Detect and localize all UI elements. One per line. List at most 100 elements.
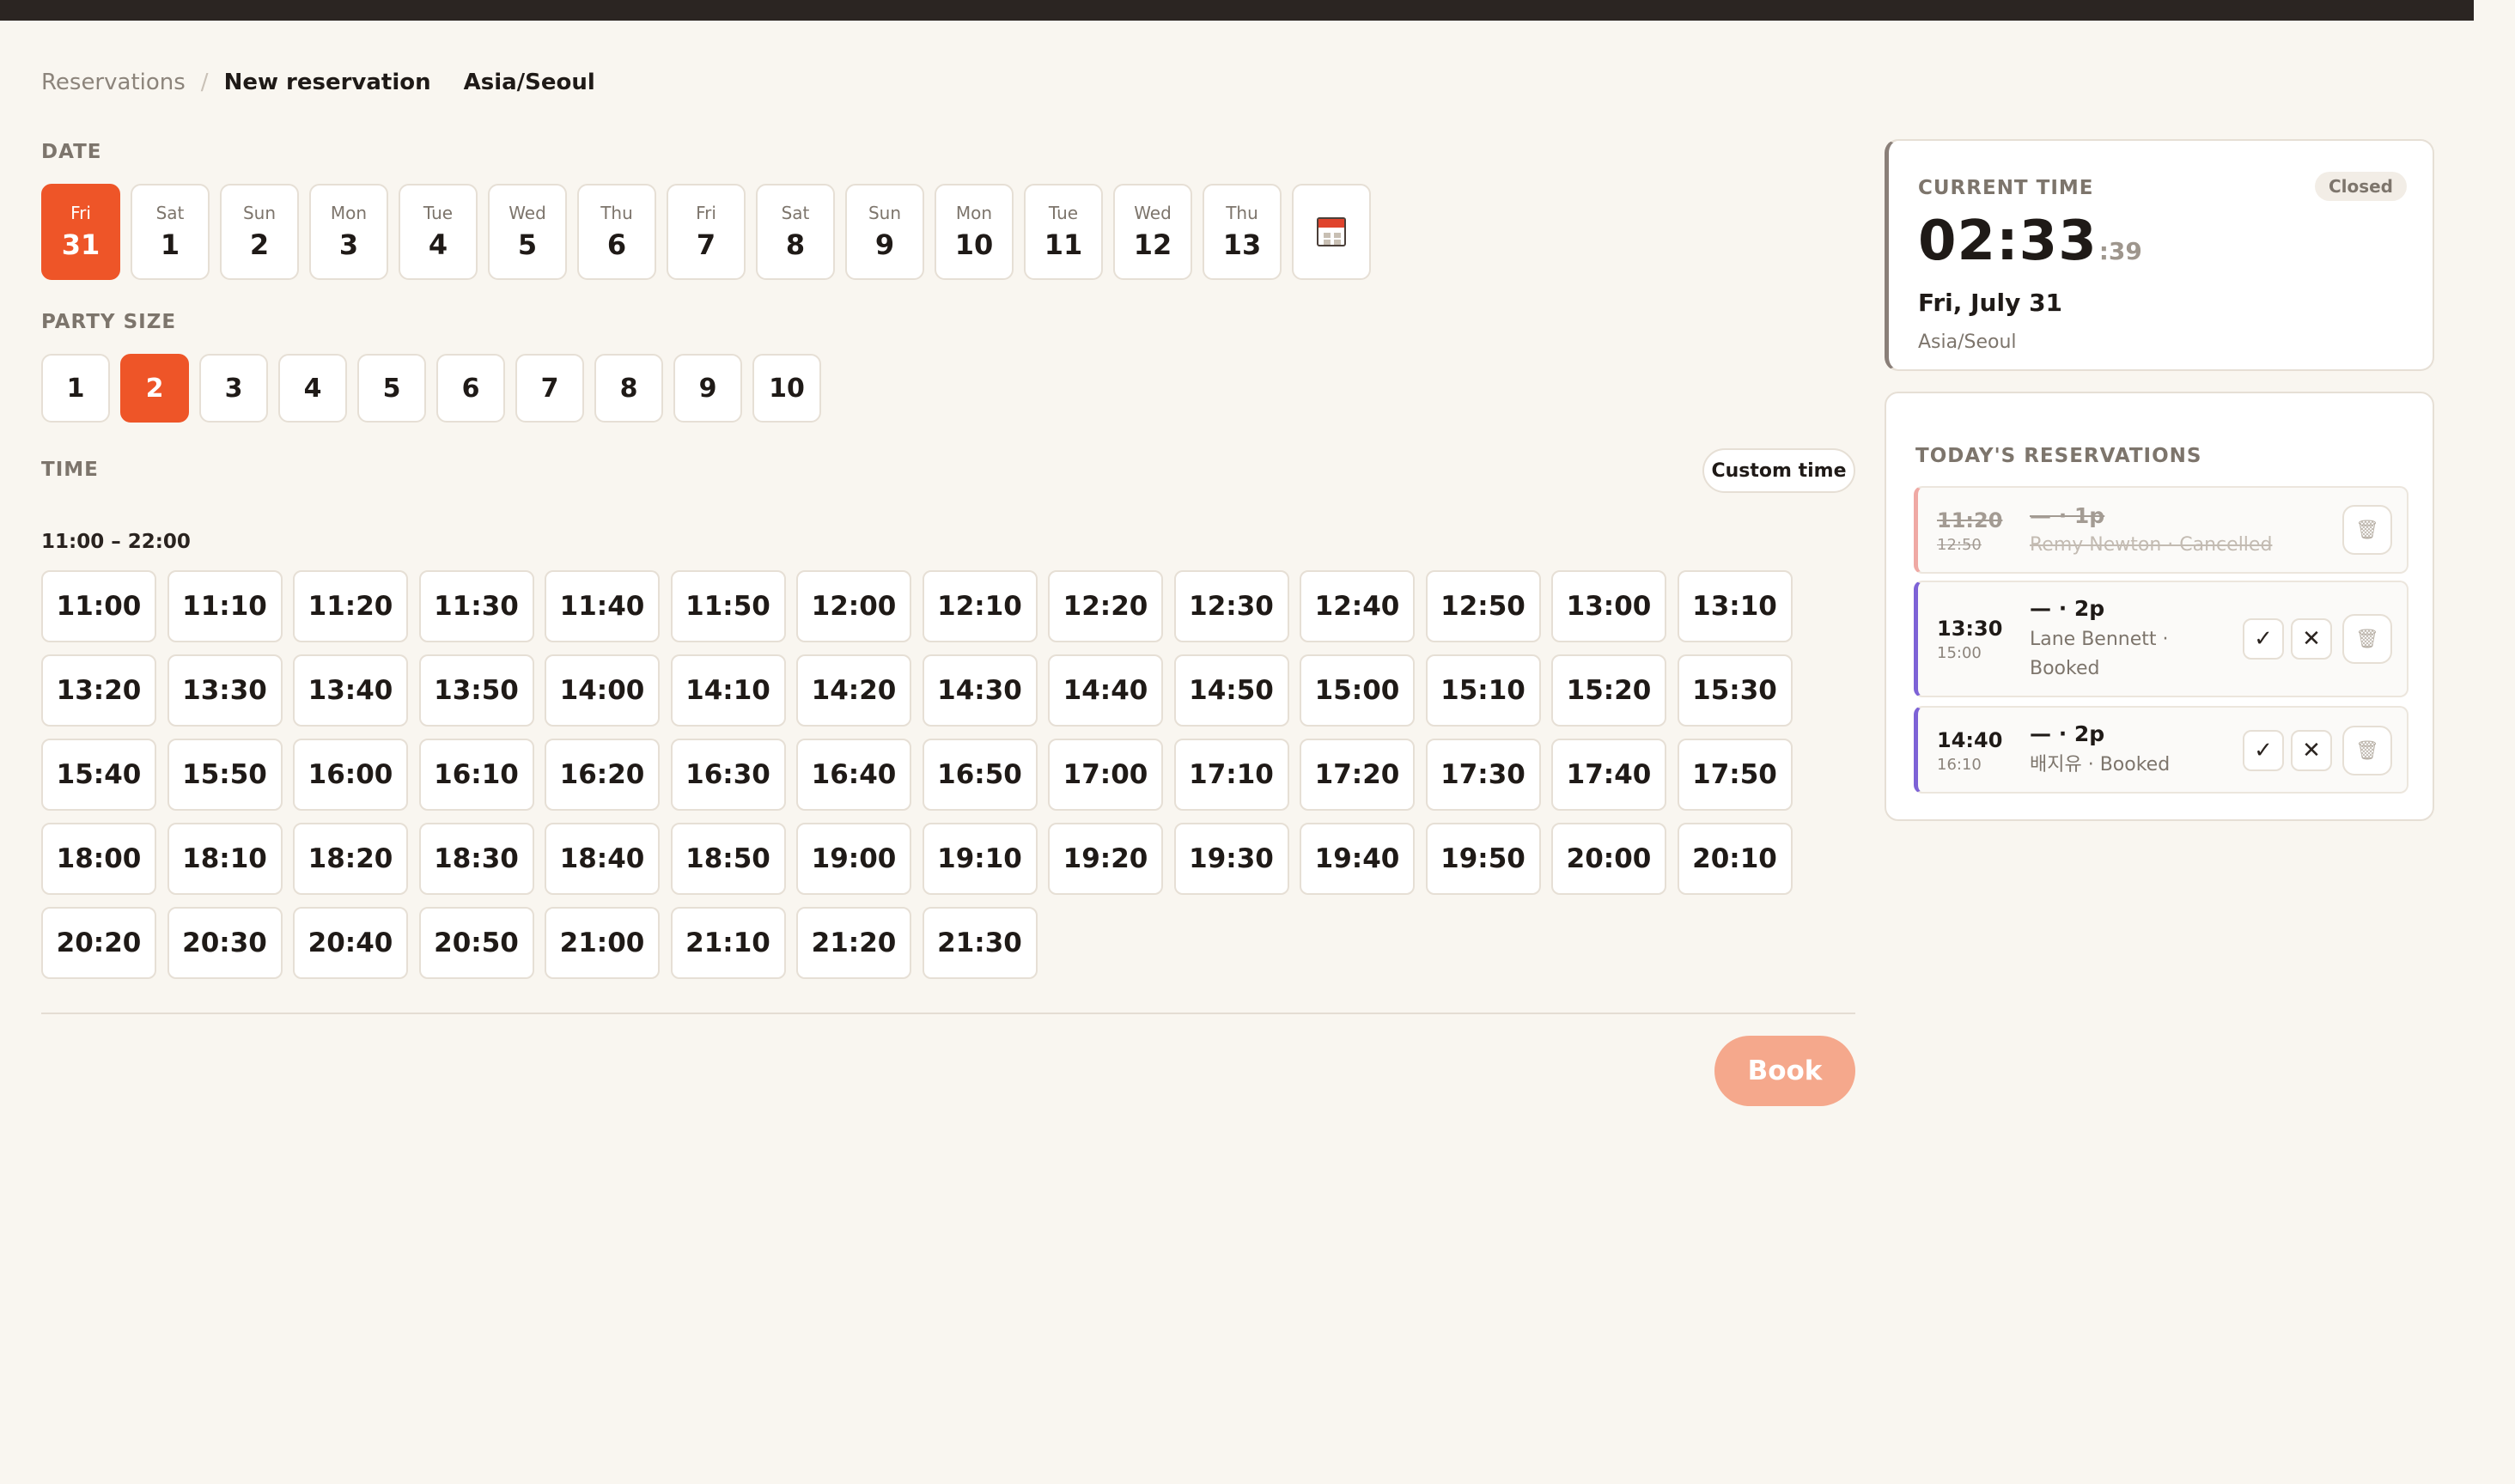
date-chip[interactable]: Fri 7 xyxy=(667,184,746,280)
time-slot[interactable]: 17:40 xyxy=(1551,739,1666,811)
time-slot[interactable]: 17:20 xyxy=(1300,739,1415,811)
time-slot[interactable]: 15:10 xyxy=(1425,654,1541,727)
time-slot[interactable]: 11:10 xyxy=(167,570,283,642)
time-slot[interactable]: 14:00 xyxy=(545,654,660,727)
time-slot[interactable]: 13:50 xyxy=(418,654,534,727)
time-slot[interactable]: 19:00 xyxy=(796,823,911,895)
time-slot[interactable]: 18:10 xyxy=(167,823,283,895)
time-slot[interactable]: 13:20 xyxy=(41,654,156,727)
time-slot[interactable]: 12:20 xyxy=(1048,570,1163,642)
time-slot[interactable]: 12:50 xyxy=(1425,570,1541,642)
time-slot[interactable]: 18:40 xyxy=(545,823,660,895)
custom-time-button[interactable]: Custom time xyxy=(1702,448,1855,493)
time-slot[interactable]: 19:20 xyxy=(1048,823,1163,895)
time-slot[interactable]: 16:40 xyxy=(796,739,911,811)
time-slot[interactable]: 19:50 xyxy=(1425,823,1541,895)
time-slot[interactable]: 12:30 xyxy=(1173,570,1289,642)
time-slot[interactable]: 15:40 xyxy=(41,739,156,811)
date-chip[interactable]: Sun 2 xyxy=(220,184,299,280)
time-slot[interactable]: 15:50 xyxy=(167,739,283,811)
delete-reservation-button[interactable]: 🗑 xyxy=(2342,614,2392,664)
time-slot[interactable]: 11:50 xyxy=(670,570,786,642)
open-calendar-button[interactable] xyxy=(1292,184,1371,280)
date-chip[interactable]: Sat 8 xyxy=(756,184,835,280)
confirm-reservation-button[interactable]: ✓ xyxy=(2243,730,2284,771)
reservation-item[interactable]: 14:40 16:10 — · 2p 배지유 · Booked ✓ ✕ 🗑 xyxy=(1914,706,2408,794)
time-slot[interactable]: 13:10 xyxy=(1677,570,1793,642)
date-chip[interactable]: Sun 9 xyxy=(845,184,924,280)
time-slot[interactable]: 13:30 xyxy=(167,654,283,727)
party-size-option[interactable]: 2 xyxy=(120,354,189,423)
time-slot[interactable]: 14:10 xyxy=(670,654,786,727)
date-chip[interactable]: Fri 31 xyxy=(41,184,120,280)
time-slot[interactable]: 16:30 xyxy=(670,739,786,811)
time-slot[interactable]: 15:30 xyxy=(1677,654,1793,727)
reservation-item[interactable]: 13:30 15:00 — · 2p Lane Bennett · Booked… xyxy=(1914,581,2408,697)
time-slot[interactable]: 17:30 xyxy=(1425,739,1541,811)
breadcrumb-reservations-link[interactable]: Reservations xyxy=(41,70,186,95)
time-slot[interactable]: 16:50 xyxy=(922,739,1038,811)
time-slot[interactable]: 13:00 xyxy=(1551,570,1666,642)
time-slot[interactable]: 12:00 xyxy=(796,570,911,642)
time-slot[interactable]: 14:30 xyxy=(922,654,1038,727)
date-chip[interactable]: Mon 3 xyxy=(309,184,388,280)
time-slot[interactable]: 13:40 xyxy=(293,654,408,727)
time-slot[interactable]: 18:00 xyxy=(41,823,156,895)
delete-reservation-button[interactable]: 🗑 xyxy=(2342,505,2392,555)
time-slot[interactable]: 19:30 xyxy=(1173,823,1289,895)
time-slot[interactable]: 16:10 xyxy=(418,739,534,811)
time-slot[interactable]: 21:20 xyxy=(796,907,911,979)
confirm-reservation-button[interactable]: ✓ xyxy=(2243,618,2284,660)
date-chip[interactable]: Mon 10 xyxy=(935,184,1014,280)
time-slot[interactable]: 14:20 xyxy=(796,654,911,727)
party-size-option[interactable]: 3 xyxy=(199,354,268,423)
time-slot[interactable]: 17:00 xyxy=(1048,739,1163,811)
time-slot[interactable]: 21:00 xyxy=(545,907,660,979)
date-chip[interactable]: Wed 12 xyxy=(1113,184,1192,280)
time-slot[interactable]: 16:00 xyxy=(293,739,408,811)
time-slot[interactable]: 17:10 xyxy=(1173,739,1289,811)
time-slot[interactable]: 14:50 xyxy=(1173,654,1289,727)
time-slot[interactable]: 20:00 xyxy=(1551,823,1666,895)
date-chip[interactable]: Sat 1 xyxy=(131,184,210,280)
time-slot[interactable]: 11:20 xyxy=(293,570,408,642)
time-slot[interactable]: 20:20 xyxy=(41,907,156,979)
party-size-option[interactable]: 5 xyxy=(357,354,426,423)
time-slot[interactable]: 14:40 xyxy=(1048,654,1163,727)
cancel-reservation-button[interactable]: ✕ xyxy=(2291,618,2332,660)
date-chip[interactable]: Thu 6 xyxy=(577,184,656,280)
time-slot[interactable]: 11:00 xyxy=(41,570,156,642)
party-size-option[interactable]: 1 xyxy=(41,354,110,423)
party-size-option[interactable]: 10 xyxy=(752,354,821,423)
time-slot[interactable]: 16:20 xyxy=(545,739,660,811)
time-slot[interactable]: 18:50 xyxy=(670,823,786,895)
time-slot[interactable]: 21:10 xyxy=(670,907,786,979)
party-size-option[interactable]: 8 xyxy=(594,354,663,423)
date-chip[interactable]: Tue 11 xyxy=(1024,184,1103,280)
date-chip[interactable]: Thu 13 xyxy=(1203,184,1282,280)
time-slot[interactable]: 18:30 xyxy=(418,823,534,895)
party-size-option[interactable]: 9 xyxy=(673,354,742,423)
time-slot[interactable]: 11:40 xyxy=(545,570,660,642)
party-size-option[interactable]: 4 xyxy=(278,354,347,423)
party-size-option[interactable]: 7 xyxy=(515,354,584,423)
time-slot[interactable]: 20:30 xyxy=(167,907,283,979)
time-slot[interactable]: 19:40 xyxy=(1300,823,1415,895)
time-slot[interactable]: 12:10 xyxy=(922,570,1038,642)
time-slot[interactable]: 11:30 xyxy=(418,570,534,642)
reservation-item[interactable]: 11:20 12:50 — · 1p Remy Newton · Cancell… xyxy=(1914,486,2408,574)
time-slot[interactable]: 15:20 xyxy=(1551,654,1666,727)
cancel-reservation-button[interactable]: ✕ xyxy=(2291,730,2332,771)
time-slot[interactable]: 20:10 xyxy=(1677,823,1793,895)
time-slot[interactable]: 19:10 xyxy=(922,823,1038,895)
time-slot[interactable]: 21:30 xyxy=(922,907,1038,979)
time-slot[interactable]: 18:20 xyxy=(293,823,408,895)
time-slot[interactable]: 12:40 xyxy=(1300,570,1415,642)
book-button[interactable]: Book xyxy=(1714,1036,1855,1106)
party-size-option[interactable]: 6 xyxy=(436,354,505,423)
time-slot[interactable]: 20:40 xyxy=(293,907,408,979)
date-chip[interactable]: Wed 5 xyxy=(488,184,567,280)
delete-reservation-button[interactable]: 🗑 xyxy=(2342,726,2392,775)
time-slot[interactable]: 20:50 xyxy=(418,907,534,979)
time-slot[interactable]: 15:00 xyxy=(1300,654,1415,727)
